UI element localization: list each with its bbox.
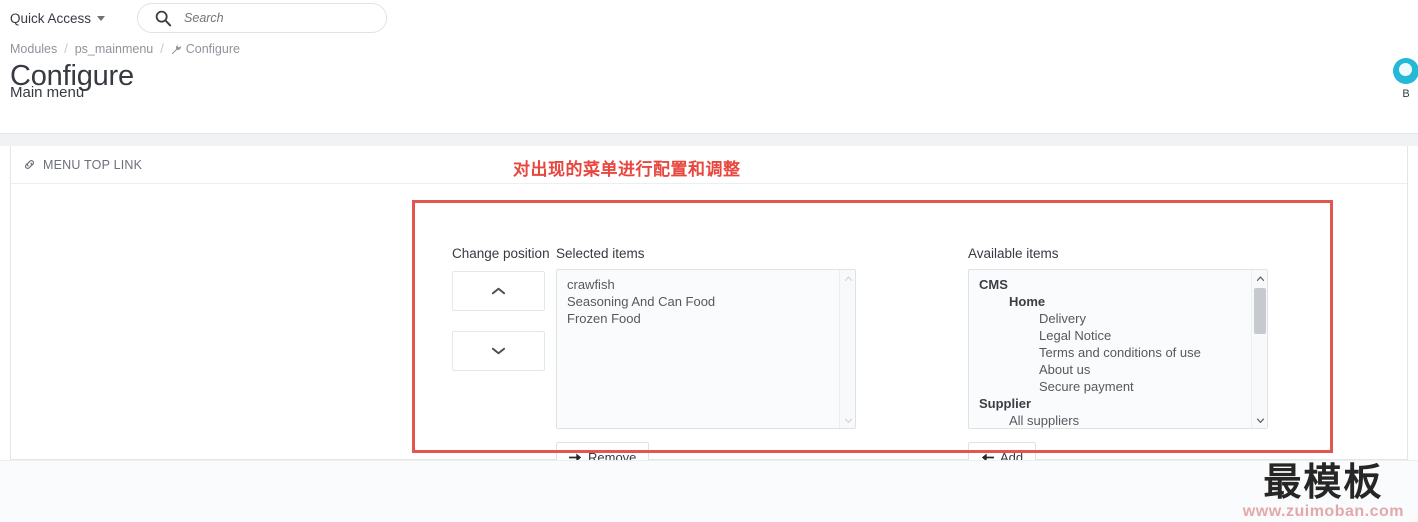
watermark-main: 最模板 <box>1263 460 1384 504</box>
link-icon <box>25 160 34 169</box>
list-item[interactable]: crawfish <box>567 276 839 293</box>
panel-header-title: MENU TOP LINK <box>23 158 142 172</box>
breadcrumb-item-configure: Configure <box>171 42 240 56</box>
breadcrumb: Modules / ps_mainmenu / Configure <box>0 36 1418 58</box>
chevron-down-icon <box>491 347 506 355</box>
page-header: Configure Main menu <box>0 58 1418 110</box>
change-position-label: Change position <box>452 246 550 261</box>
quick-access-label: Quick Access <box>10 10 92 26</box>
available-items-listbox[interactable]: CMS Home Delivery Legal Notice Terms and con… <box>968 269 1268 429</box>
breadcrumb-separator: / <box>64 42 68 56</box>
annotation-text: 对出现的菜单进行配置和调整 <box>513 160 741 179</box>
selected-items-scrollbar[interactable] <box>839 270 855 428</box>
panel-body: Change position Selected items Available… <box>11 184 1407 472</box>
chevron-down-icon <box>97 15 106 21</box>
list-item[interactable]: Supplier <box>979 395 1251 412</box>
search-icon <box>155 10 172 27</box>
move-up-button[interactable] <box>452 271 545 311</box>
breadcrumb-separator: / <box>160 42 164 56</box>
menu-top-link-panel: MENU TOP LINK Change position Selected i… <box>10 146 1408 472</box>
scroll-down-icon[interactable] <box>840 412 855 428</box>
breadcrumb-item-ps-mainmenu[interactable]: ps_mainmenu <box>75 42 154 56</box>
list-item[interactable]: Delivery <box>979 310 1251 327</box>
selected-items-listbox[interactable]: crawfish Seasoning And Can Food Frozen Foo… <box>556 269 856 429</box>
panel-header-label: MENU TOP LINK <box>43 157 143 172</box>
scroll-up-icon[interactable] <box>1252 270 1267 286</box>
chevron-up-icon <box>491 287 506 295</box>
available-items-label: Available items <box>968 246 1059 261</box>
search-input[interactable] <box>182 5 377 31</box>
list-item[interactable]: Secure payment <box>979 378 1251 395</box>
available-items-options[interactable]: CMS Home Delivery Legal Notice Terms and con… <box>969 270 1251 428</box>
quick-access-menu[interactable]: Quick Access <box>10 10 106 26</box>
search-box[interactable] <box>137 3 388 33</box>
available-items-scrollbar[interactable] <box>1251 270 1267 428</box>
transfer-widget: Change position Selected items Available… <box>11 184 1407 472</box>
list-item[interactable]: Terms and conditions of use <box>979 344 1251 361</box>
list-item[interactable]: All suppliers <box>979 412 1251 428</box>
selected-items-options[interactable]: crawfish Seasoning And Can Food Frozen Foo… <box>557 270 839 428</box>
scroll-down-icon[interactable] <box>1252 412 1267 428</box>
watermark-sub: www.zuimoban.com <box>1242 503 1404 520</box>
wrench-icon <box>171 43 181 54</box>
watermark: 最模板 www.zuimoban.com <box>1243 463 1404 520</box>
selected-items-label: Selected items <box>556 246 645 261</box>
scroll-up-icon[interactable] <box>840 270 855 286</box>
list-item[interactable]: Legal Notice <box>979 327 1251 344</box>
list-item[interactable]: CMS <box>979 276 1251 293</box>
breadcrumb-item-modules[interactable]: Modules <box>10 42 57 56</box>
page-background-bottom <box>0 460 1418 522</box>
breadcrumb-current-label: Configure <box>185 42 240 56</box>
top-bar: Quick Access <box>0 0 1418 36</box>
move-down-button[interactable] <box>452 331 545 371</box>
list-item[interactable]: Home <box>979 293 1251 310</box>
list-item[interactable]: Seasoning And Can Food <box>567 293 839 310</box>
list-item[interactable]: Frozen Food <box>567 310 839 327</box>
list-item[interactable]: About us <box>979 361 1251 378</box>
page-subtitle: Main menu <box>10 84 85 101</box>
scrollbar-thumb[interactable] <box>1254 288 1266 334</box>
section-divider-band <box>0 133 1418 146</box>
